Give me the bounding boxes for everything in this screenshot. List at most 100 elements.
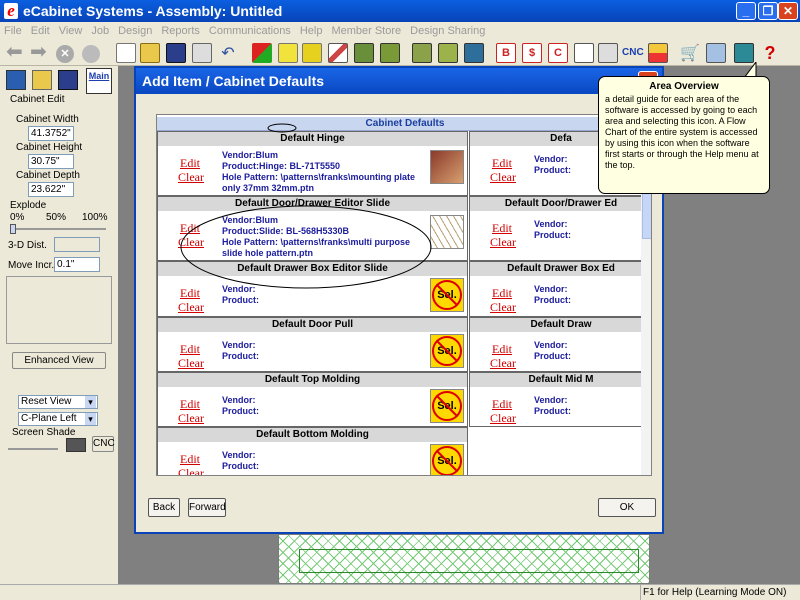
cart-icon[interactable]: 🛒 bbox=[680, 43, 700, 63]
close-window-button[interactable]: ✕ bbox=[778, 2, 798, 20]
refresh-icon[interactable] bbox=[82, 45, 100, 63]
panel-icon[interactable] bbox=[380, 43, 400, 63]
edit-link[interactable]: Edit bbox=[492, 156, 512, 171]
cnc-toolbar-button[interactable]: CNC bbox=[622, 43, 646, 63]
save-icon[interactable] bbox=[166, 43, 186, 63]
cell-info: Vendor: Product: bbox=[222, 336, 428, 362]
explode-tick-0: 0% bbox=[10, 212, 25, 223]
clear-link[interactable]: Clear bbox=[178, 411, 204, 426]
stop-icon[interactable]: ✕ bbox=[56, 45, 74, 63]
edit-link[interactable]: Edit bbox=[492, 342, 512, 357]
product-label: Product: bbox=[534, 230, 571, 240]
tooltip-title: Area Overview bbox=[649, 81, 719, 92]
forward-arrow-icon[interactable]: ➡ bbox=[30, 42, 50, 63]
clear-link[interactable]: Clear bbox=[490, 235, 516, 250]
move-incr-input[interactable]: 0.1" bbox=[54, 257, 100, 272]
edit-link[interactable]: Edit bbox=[492, 286, 512, 301]
new-file-icon[interactable] bbox=[116, 43, 136, 63]
edit-link[interactable]: Edit bbox=[180, 452, 200, 467]
cabinet-depth-input[interactable]: 23.622" bbox=[28, 182, 74, 197]
vertical-scroll-thumb[interactable] bbox=[642, 191, 651, 239]
menu-member-store[interactable]: Member Store bbox=[331, 25, 401, 37]
light-icon[interactable] bbox=[278, 43, 298, 63]
explode-slider-thumb[interactable] bbox=[10, 224, 16, 234]
open-icon[interactable] bbox=[32, 70, 52, 90]
undo-icon[interactable]: ↶ bbox=[218, 43, 238, 63]
cabinet-drawing[interactable] bbox=[278, 534, 650, 584]
paint-icon[interactable] bbox=[252, 43, 272, 63]
screen-shade-slider[interactable] bbox=[8, 448, 58, 450]
drawer-icon[interactable] bbox=[438, 43, 458, 63]
menu-edit[interactable]: Edit bbox=[31, 25, 50, 37]
cabinet-width-input[interactable]: 41.3752" bbox=[28, 126, 74, 141]
product-label: Product: bbox=[534, 406, 571, 416]
menu-file[interactable]: File bbox=[4, 25, 22, 37]
menu-design[interactable]: Design bbox=[118, 25, 152, 37]
clear-link[interactable]: Clear bbox=[490, 356, 516, 371]
report-b-icon[interactable]: B bbox=[496, 43, 516, 63]
handshake-icon[interactable] bbox=[706, 43, 726, 63]
clear-link[interactable]: Clear bbox=[178, 300, 204, 315]
menu-design-sharing[interactable]: Design Sharing bbox=[410, 25, 485, 37]
screen-shade-label: Screen Shade bbox=[12, 427, 76, 438]
shade-color-box[interactable] bbox=[66, 438, 86, 452]
cell-title: Default Mid M bbox=[470, 373, 651, 387]
enhanced-view-button[interactable]: Enhanced View bbox=[12, 352, 106, 369]
select-item-icon[interactable]: Sel. bbox=[430, 389, 464, 423]
export-icon[interactable] bbox=[598, 43, 618, 63]
menu-help[interactable]: Help bbox=[300, 25, 323, 37]
screen-icon[interactable] bbox=[734, 43, 754, 63]
clear-link[interactable]: Clear bbox=[490, 170, 516, 185]
sel-circle: Sel. bbox=[432, 391, 462, 421]
menu-communications[interactable]: Communications bbox=[209, 25, 291, 37]
edit-link[interactable]: Edit bbox=[492, 221, 512, 236]
ok-button[interactable]: OK bbox=[598, 498, 656, 517]
select-item-icon[interactable]: Sel. bbox=[430, 444, 464, 475]
report-c-icon[interactable]: C bbox=[548, 43, 568, 63]
product-label: Product: bbox=[222, 295, 259, 305]
back-arrow-icon[interactable]: ⬅ bbox=[6, 42, 26, 63]
clear-link[interactable]: Clear bbox=[490, 411, 516, 426]
edit-link[interactable]: Edit bbox=[180, 342, 200, 357]
annotation-large-ellipse bbox=[180, 205, 432, 289]
print-icon[interactable] bbox=[192, 43, 212, 63]
cabinet-height-input[interactable]: 30.75" bbox=[28, 154, 74, 169]
back-button[interactable]: Back bbox=[148, 498, 180, 517]
left-panel: Main Cabinet Edit Cabinet Width 41.3752"… bbox=[0, 66, 118, 584]
left-cell: Default Top Molding Edit Clear Vendor: Produ… bbox=[157, 372, 468, 427]
select-item-icon[interactable]: Sel. bbox=[430, 334, 464, 368]
minimize-button[interactable]: _ bbox=[736, 2, 756, 20]
menu-reports[interactable]: Reports bbox=[161, 25, 200, 37]
menu-view[interactable]: View bbox=[59, 25, 83, 37]
cnc-button[interactable]: CNC bbox=[92, 436, 115, 452]
report-dollar-icon[interactable]: $ bbox=[522, 43, 542, 63]
cell-title: Default Draw bbox=[470, 318, 651, 332]
cplane-select[interactable]: C-Plane Left bbox=[18, 412, 98, 426]
vendor-label: Vendor: bbox=[222, 395, 256, 405]
main-tab[interactable]: Main bbox=[86, 68, 112, 94]
clear-link[interactable]: Clear bbox=[490, 300, 516, 315]
cabinet-width-label: Cabinet Width bbox=[16, 114, 79, 125]
clear-link[interactable]: Clear bbox=[178, 356, 204, 371]
edit-link[interactable]: Edit bbox=[492, 397, 512, 412]
tooltip-body: a detail guide for each area of the soft… bbox=[605, 94, 759, 170]
edit-link[interactable]: Edit bbox=[180, 397, 200, 412]
draw-icon[interactable] bbox=[328, 43, 348, 63]
door-icon[interactable] bbox=[412, 43, 432, 63]
report-list-icon[interactable] bbox=[574, 43, 594, 63]
restore-button[interactable]: ❐ bbox=[758, 2, 778, 20]
clear-link[interactable]: Clear bbox=[178, 466, 204, 475]
open-folder-icon[interactable] bbox=[140, 43, 160, 63]
forward-button[interactable]: Forward bbox=[188, 498, 226, 517]
save-cabinet-icon[interactable] bbox=[58, 70, 78, 90]
cabinet-edit-icon[interactable] bbox=[6, 70, 26, 90]
vendor-label: Vendor: bbox=[534, 340, 568, 350]
reset-view-select[interactable]: Reset View bbox=[18, 395, 98, 409]
menu-job[interactable]: Job bbox=[91, 25, 109, 37]
palette-icon[interactable] bbox=[648, 43, 668, 63]
wand-icon[interactable] bbox=[302, 43, 322, 63]
cabinet-icon[interactable] bbox=[354, 43, 374, 63]
help-question-icon[interactable]: ? bbox=[760, 43, 780, 63]
grid-icon[interactable] bbox=[464, 43, 484, 63]
dist-input[interactable] bbox=[54, 237, 100, 252]
